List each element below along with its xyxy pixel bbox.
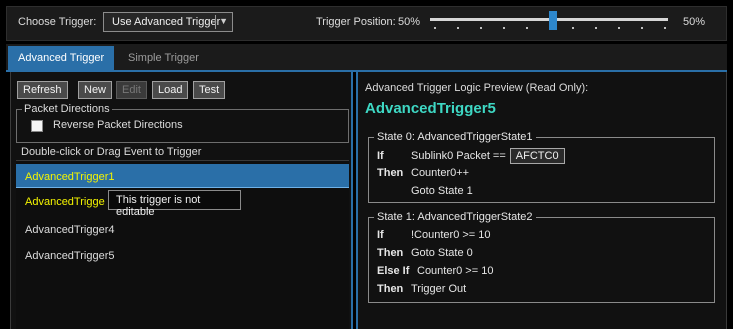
refresh-button[interactable]: Refresh [17,81,68,99]
condition-text: Counter0 >= 10 [417,265,494,277]
test-button[interactable]: Test [193,81,226,99]
slider-tick [434,27,436,29]
tab-advanced-trigger[interactable]: Advanced Trigger [8,46,115,70]
preview-header: Advanced Trigger Logic Preview (Read Onl… [365,82,589,94]
choose-trigger-dropdown[interactable]: Use Advanced Trigger ▼ [103,12,233,32]
slider-tick [526,27,528,29]
slider-tick [480,27,482,29]
condition-text: Sublink0 Packet == [411,150,506,162]
trigger-list[interactable]: AdvancedTrigger1 AdvancedTrigge Advanced… [16,160,349,329]
load-button[interactable]: Load [152,81,189,99]
chevron-down-icon[interactable]: ▼ [219,16,228,26]
keyword: Then [377,283,404,295]
keyword: Then [377,247,404,259]
tab-simple-trigger[interactable]: Simple Trigger [118,46,209,70]
trigger-position-slider-thumb[interactable] [549,11,557,30]
logic-preview-pane: Advanced Trigger Logic Preview (Read Onl… [356,72,727,329]
slider-tick [641,27,643,29]
keyword: If [377,150,384,162]
new-button[interactable]: New [78,81,113,99]
trigger-position-value-right: 50% [683,16,706,28]
list-hint: Double-click or Drag Event to Trigger [21,146,202,158]
packet-value-box: AFCTC0 [509,148,565,164]
slider-tick [618,27,620,29]
packet-directions-title: Packet Directions [22,103,112,115]
packet-directions-group: Packet Directions Reverse Packet Directi… [16,103,349,143]
not-editable-tooltip: This trigger is not editable [108,190,241,218]
reverse-packet-directions-checkbox[interactable] [31,120,43,132]
state-1-line-1: If !Counter0 >= 10 [377,229,491,241]
preview-trigger-name: AdvancedTrigger5 [365,100,496,117]
trigger-list-pane: Refresh New Edit Load Test Packet Direct… [10,72,353,329]
action-text: Goto State 0 [411,247,473,259]
list-item[interactable]: AdvancedTrigger5 [16,243,349,267]
slider-tick [503,27,505,29]
slider-tick [595,27,597,29]
state-1-group: State 1: AdvancedTriggerState2 If !Counte… [368,211,715,303]
keyword: If [377,229,384,241]
state-0-group: State 0: AdvancedTriggerState1 If Sublink… [368,131,715,203]
slider-tick [664,27,666,29]
list-item[interactable]: AdvancedTrigger4 [16,217,349,241]
state-1-title: State 1: AdvancedTriggerState2 [374,211,536,223]
choose-trigger-value: Use Advanced Trigger [112,16,221,28]
keyword: Else If [377,265,410,277]
condition-text: !Counter0 >= 10 [411,229,491,241]
state-0-line-3: Goto State 1 [377,185,473,197]
tab-bar: Advanced Trigger Simple Trigger [6,44,727,70]
trigger-position-label: Trigger Position: [316,16,396,28]
choose-trigger-label: Choose Trigger: [18,16,97,28]
edit-button[interactable]: Edit [116,81,147,99]
state-0-line-1: If Sublink0 Packet == AFCTC0 [377,148,565,164]
state-0-title: State 0: AdvancedTriggerState1 [374,131,536,143]
keyword: Then [377,167,404,179]
action-text: Trigger Out [411,283,467,295]
state-1-line-4: Then Trigger Out [377,283,466,295]
dropdown-separator [215,15,216,29]
state-1-line-3: Else If Counter0 >= 10 [377,265,493,277]
slider-tick [572,27,574,29]
action-text: Counter0++ [411,167,470,179]
state-0-line-2: Then Counter0++ [377,167,469,179]
slider-tick [457,27,459,29]
trigger-position-value: 50% [398,16,421,28]
list-item[interactable]: AdvancedTrigger1 [16,164,349,188]
action-text: Goto State 1 [411,185,473,197]
reverse-packet-directions-label[interactable]: Reverse Packet Directions [53,119,183,131]
state-1-line-2: Then Goto State 0 [377,247,473,259]
